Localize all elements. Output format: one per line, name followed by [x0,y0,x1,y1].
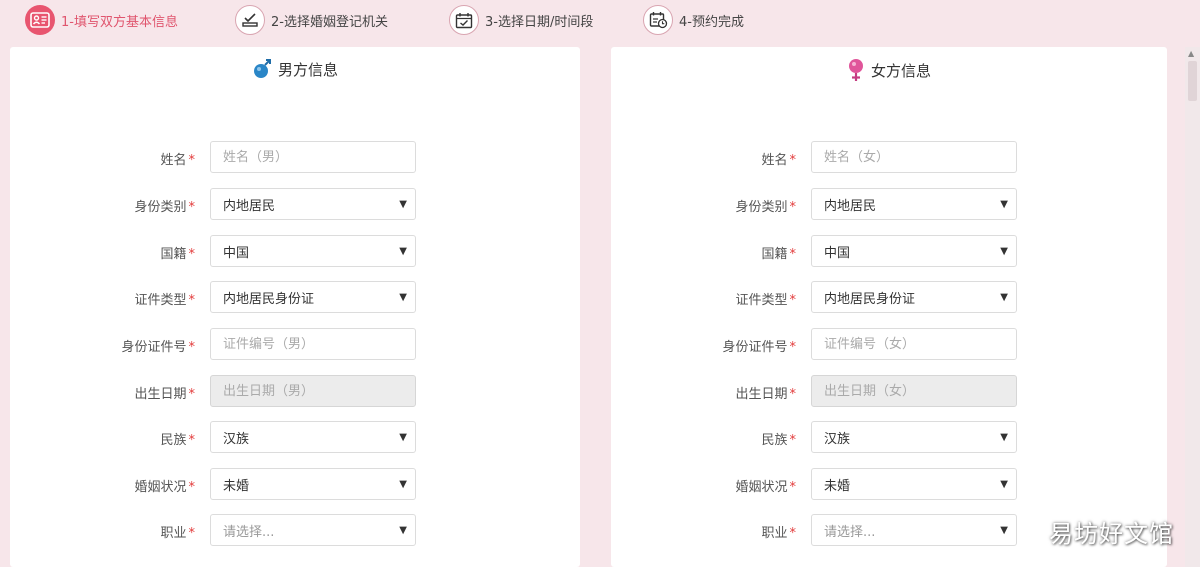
female-ethnicity-label: 民族 * [761,433,796,448]
dropdown-arrow-icon: ▼ [399,198,407,210]
step-1: 1-填写双方基本信息 [25,3,178,37]
male-occupation-row: 职业 * 请选择... ▼ [10,514,580,546]
male-birth-date-row: 出生日期 * [10,375,580,407]
female-id-category-row: 身份类别 * 内地居民 ▼ [611,188,1167,220]
dropdown-arrow-icon: ▼ [1000,245,1008,257]
dropdown-arrow-icon: ▼ [1000,198,1008,210]
female-birth-date-row: 出生日期 * [611,375,1167,407]
dropdown-arrow-icon: ▼ [1000,431,1008,443]
male-id-category-select[interactable]: 内地居民 ▼ [210,188,416,220]
female-panel-title-text: 女方信息 [870,61,931,80]
female-id-category-label: 身份类别 * [735,200,796,215]
step-progress-bar: 1-填写双方基本信息 2-选择婚姻登记机关 3-选择日期/时间段 4-预约完成 [0,0,1200,40]
female-marital-row: 婚姻状况 * 未婚 ▼ [611,468,1167,500]
dropdown-arrow-icon: ▼ [399,291,407,303]
male-ethnicity-row: 民族 * 汉族 ▼ [10,421,580,453]
step-2-label: 2-选择婚姻登记机关 [271,14,388,30]
female-name-input[interactable] [811,141,1017,173]
male-panel-title-text: 男方信息 [277,60,338,79]
female-birth-date-label: 出生日期 * [735,387,796,402]
female-name-row: 姓名 * [611,141,1167,173]
male-id-number-input[interactable] [210,328,416,360]
stamp-icon [235,5,265,35]
dropdown-arrow-icon: ▼ [1000,478,1008,490]
female-doc-type-label: 证件类型 * [735,293,796,308]
male-name-row: 姓名 * [10,141,580,173]
female-id-category-select[interactable]: 内地居民 ▼ [811,188,1017,220]
dropdown-arrow-icon: ▼ [399,431,407,443]
female-icon [847,58,865,82]
male-id-category-row: 身份类别 * 内地居民 ▼ [10,188,580,220]
step-1-label: 1-填写双方基本信息 [61,14,178,30]
female-occupation-label: 职业 * [761,526,796,541]
dropdown-arrow-icon: ▼ [399,478,407,490]
male-nationality-row: 国籍 * 中国 ▼ [10,235,580,267]
dropdown-arrow-icon: ▼ [1000,524,1008,536]
male-name-label: 姓名 * [160,153,195,168]
id-card-icon [25,5,55,35]
step-3: 3-选择日期/时间段 [449,3,593,37]
male-nationality-label: 国籍 * [160,247,195,262]
male-ethnicity-label: 民族 * [160,433,195,448]
male-info-panel: 男方信息 姓名* 身份类别* 内地居民▼ 国籍* 中国▼ 证件类型* 内地居民身… [10,47,580,567]
male-doc-type-select[interactable]: 内地居民身份证 ▼ [210,281,416,313]
male-id-number-label: 身份证件号 * [121,340,195,355]
male-nationality-select[interactable]: 中国 ▼ [210,235,416,267]
dropdown-arrow-icon: ▼ [399,524,407,536]
female-info-panel: 女方信息 姓名* 身份类别* 内地居民▼ 国籍* 中国▼ 证件类型* 内地居民身… [611,47,1167,567]
female-id-number-input[interactable] [811,328,1017,360]
female-nationality-label: 国籍 * [761,247,796,262]
calendar-clock-icon [643,5,673,35]
male-doc-type-row: 证件类型 * 内地居民身份证 ▼ [10,281,580,313]
scroll-up-arrow-icon[interactable]: ▲ [1188,49,1194,58]
female-doc-type-row: 证件类型 * 内地居民身份证 ▼ [611,281,1167,313]
female-ethnicity-select[interactable]: 汉族 ▼ [811,421,1017,453]
male-marital-label: 婚姻状况 * [134,480,195,495]
male-birth-date-input [210,375,416,407]
female-doc-type-select[interactable]: 内地居民身份证 ▼ [811,281,1017,313]
male-id-category-label: 身份类别 * [134,200,195,215]
watermark: 易坊好文馆 [1049,520,1174,548]
step-3-label: 3-选择日期/时间段 [485,14,594,30]
calendar-check-icon [449,5,479,35]
female-nationality-select[interactable]: 中国 ▼ [811,235,1017,267]
female-marital-select[interactable]: 未婚 ▼ [811,468,1017,500]
male-birth-date-label: 出生日期 * [134,387,195,402]
dropdown-arrow-icon: ▼ [399,245,407,257]
female-id-number-label: 身份证件号 * [722,340,796,355]
male-marital-row: 婚姻状况 * 未婚 ▼ [10,468,580,500]
female-birth-date-input [811,375,1017,407]
male-ethnicity-select[interactable]: 汉族 ▼ [210,421,416,453]
female-occupation-select[interactable]: 请选择... ▼ [811,514,1017,546]
male-marital-select[interactable]: 未婚 ▼ [210,468,416,500]
male-panel-title: 男方信息 [10,58,580,80]
step-4: 4-预约完成 [643,3,744,37]
male-id-number-row: 身份证件号 * [10,328,580,360]
female-ethnicity-row: 民族 * 汉族 ▼ [611,421,1167,453]
vertical-scrollbar[interactable]: ▲ [1185,47,1200,567]
dropdown-arrow-icon: ▼ [1000,291,1008,303]
scrollbar-thumb[interactable] [1188,61,1197,101]
male-occupation-select[interactable]: 请选择... ▼ [210,514,416,546]
female-id-number-row: 身份证件号 * [611,328,1167,360]
male-icon [252,58,272,80]
step-2: 2-选择婚姻登记机关 [235,3,388,37]
male-name-input[interactable] [210,141,416,173]
step-4-label: 4-预约完成 [679,14,744,30]
female-name-label: 姓名 * [761,153,796,168]
male-occupation-label: 职业 * [160,526,195,541]
female-nationality-row: 国籍 * 中国 ▼ [611,235,1167,267]
male-doc-type-label: 证件类型 * [134,293,195,308]
female-marital-label: 婚姻状况 * [735,480,796,495]
female-panel-title: 女方信息 [611,58,1167,82]
